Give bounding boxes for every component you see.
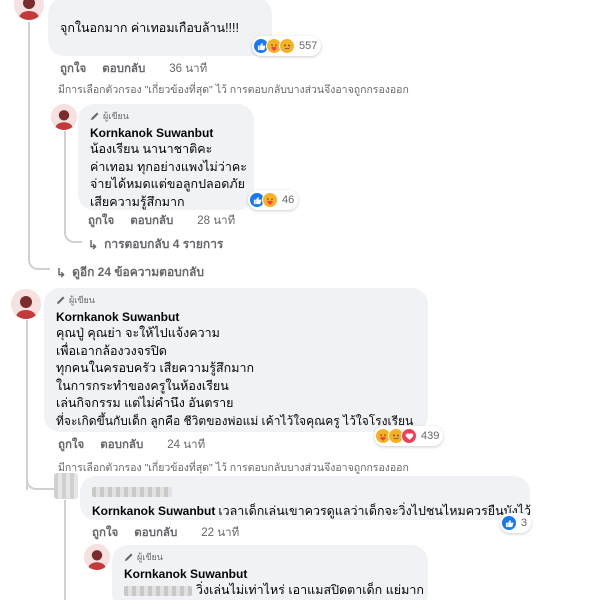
author-badge-label: ผู้เขียน: [69, 296, 95, 306]
like-button[interactable]: ถูกใจ: [58, 436, 84, 454]
see-more-label: ดูอีก 24 ข้อความตอบกลับ: [72, 265, 205, 279]
author-badge-label: ผู้เขียน: [103, 112, 129, 122]
comment-text-line: ที่จะเกิดขึ้นกับเด็ก ลูกคือ ชีวิตของพ่อแ…: [56, 413, 414, 428]
pencil-icon: [125, 553, 133, 561]
comment-text-line: จ่ายได้หมดแต่ขอลูกปลอดภัย: [90, 177, 245, 191]
like-button[interactable]: ถูกใจ: [92, 524, 118, 542]
comment-text-line: เพื่อเอากล้องวงจรปิด: [56, 343, 167, 358]
comment-text-line: เล่นกิจกรรม แต่ไม่คำนึง อันตราย: [56, 396, 234, 410]
reply-bubble: ผู้เขียน Kornkanok Suwanbut วิ่งเล่นไม่เ…: [112, 545, 428, 600]
reply-button[interactable]: ตอบกลับ: [102, 60, 145, 78]
reply-bubble: Kornkanok Suwanbut เวลาเด็กเล่นเขาควรดูแล…: [80, 476, 531, 521]
author-badge-label: ผู้เขียน: [137, 553, 163, 563]
reaction-summary[interactable]: 46: [248, 190, 299, 210]
filter-note: มีการเลือกตัวกรอง "เกี่ยวข้องที่สุด" ไว้…: [58, 462, 409, 474]
author-badge: ผู้เขียน: [56, 294, 416, 306]
filter-note: มีการเลือกตัวกรอง "เกี่ยวข้องที่สุด" ไว้…: [58, 84, 409, 96]
reply-arrow-icon: ↳: [88, 237, 99, 252]
reaction-summary[interactable]: 3: [500, 513, 532, 533]
comment-text: Kornkanok Suwanbut เวลาเด็กเล่นเขาควรดูแล…: [92, 503, 531, 521]
more-replies-link[interactable]: ↳ การตอบกลับ 4 รายการ: [88, 235, 223, 254]
reply-actions: ถูกใจ ตอบกลับ 28 นาที: [88, 212, 235, 230]
like-button[interactable]: ถูกใจ: [88, 212, 114, 230]
reaction-summary[interactable]: 439: [374, 426, 444, 446]
reply-bubble: ผู้เขียน Kornkanok Suwanbut น้องเรียน นา…: [78, 104, 254, 210]
comment-bubble: จุกในอกมาก ค่าเทอมเกือบล้าน!!!!: [48, 0, 272, 56]
see-more-replies-link[interactable]: ↳ ดูอีก 24 ข้อความตอบกลับ: [56, 263, 204, 282]
timestamp[interactable]: 36 นาที: [169, 60, 207, 78]
thread-line: [28, 22, 30, 262]
timestamp[interactable]: 22 นาที: [201, 524, 239, 542]
comment-text: จุกในอกมาก ค่าเทอมเกือบล้าน!!!!: [60, 21, 239, 35]
comment-text: วิ่งเล่นไม่เท่าไหร่ เอาแมสปิดตาเด็ก แย่ม…: [124, 582, 424, 600]
thread-line: [64, 500, 66, 600]
avatar[interactable]: [51, 104, 77, 130]
love-reaction-icon: [401, 428, 417, 444]
thread-line: [26, 320, 28, 490]
author-badge: ผู้เขียน: [124, 551, 416, 563]
reply-text: วิ่งเล่นไม่เท่าไหร่ เอาแมสปิดตาเด็ก แย่ม…: [196, 583, 424, 597]
reply-actions: ถูกใจ ตอบกลับ 22 นาที: [92, 524, 239, 542]
reply-button[interactable]: ตอบกลับ: [100, 436, 143, 454]
thread-curve: [64, 131, 82, 243]
reaction-count: 46: [282, 194, 295, 206]
comment-text-line: ค่าเทอม ทุกอย่างแพงไม่ว่าคะ: [90, 159, 247, 174]
redacted-name: [92, 486, 172, 497]
avatar-blurred[interactable]: [54, 473, 78, 499]
reply-button[interactable]: ตอบกลับ: [130, 212, 173, 230]
commenter-name[interactable]: Kornkanok Suwanbut: [124, 566, 416, 582]
thread-curve: [26, 470, 54, 490]
pencil-icon: [91, 112, 99, 120]
reaction-count: 3: [521, 517, 528, 529]
pencil-icon: [57, 296, 65, 304]
reply-text: เวลาเด็กเล่นเขาควรดูแลว่าเด็กจะวิ่งไปชนไ…: [218, 504, 531, 518]
redacted-mention: [124, 585, 192, 596]
mentioned-name[interactable]: Kornkanok Suwanbut: [92, 504, 215, 518]
avatar[interactable]: [11, 289, 41, 319]
timestamp[interactable]: 28 นาที: [197, 212, 235, 230]
care-reaction-icon: [262, 192, 278, 208]
author-badge: ผู้เขียน: [90, 110, 242, 122]
comment-text-line: ในการกระทำของครูในห้องเรียน: [56, 378, 229, 393]
sad-reaction-icon: [279, 38, 295, 54]
comment-actions: ถูกใจ ตอบกลับ 36 นาที: [60, 60, 207, 78]
more-replies-label: การตอบกลับ 4 รายการ: [104, 237, 224, 251]
reaction-count: 557: [299, 40, 318, 52]
timestamp[interactable]: 24 นาที: [167, 436, 205, 454]
reaction-count: 439: [421, 430, 440, 442]
comment-actions: ถูกใจ ตอบกลับ 24 นาที: [58, 436, 205, 454]
avatar[interactable]: [84, 544, 110, 570]
reply-arrow-icon: ↳: [56, 265, 67, 280]
reply-button[interactable]: ตอบกลับ: [134, 524, 177, 542]
avatar[interactable]: [14, 0, 44, 20]
comment-text-line: น้องเรียน นานาชาติคะ: [90, 142, 213, 156]
commenter-name[interactable]: Kornkanok Suwanbut: [90, 125, 242, 141]
commenter-name[interactable]: Kornkanok Suwanbut: [56, 309, 416, 325]
comment-text-line: ทุกคนในครอบครัว เสียความรู้สึกมาก: [56, 361, 255, 375]
comment-text-line: คุณปู่ คุณย่า จะให้ไปแจ้งความ: [56, 326, 220, 340]
comment-bubble: ผู้เขียน Kornkanok Suwanbut คุณปู่ คุณย่…: [44, 288, 428, 432]
thread-curve: [28, 240, 50, 270]
like-button[interactable]: ถูกใจ: [60, 60, 86, 78]
like-reaction-icon: [501, 515, 517, 531]
comment-text-line: เสียความรู้สึกมาก: [90, 194, 185, 209]
reaction-summary[interactable]: 557: [252, 36, 322, 56]
